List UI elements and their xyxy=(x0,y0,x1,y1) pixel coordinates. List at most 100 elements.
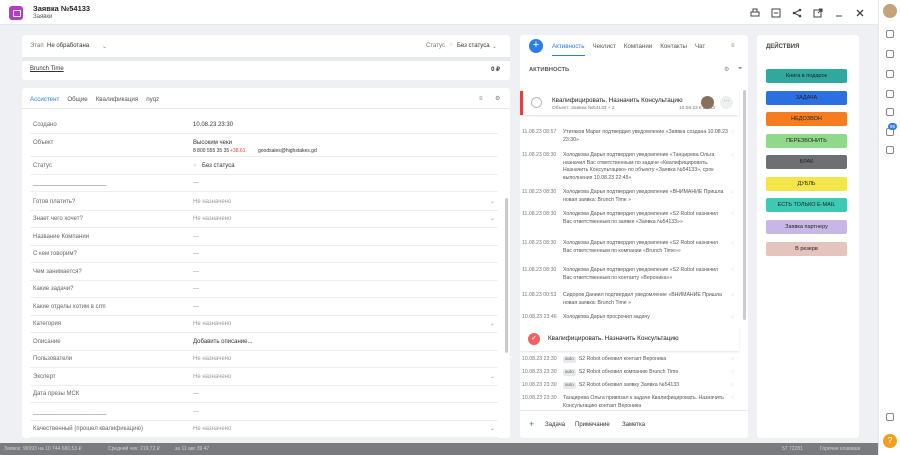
settings-icon[interactable] xyxy=(886,30,894,38)
stage-select[interactable]: Не обработана xyxy=(47,43,89,49)
phone-extra: +38.61 xyxy=(230,148,246,154)
comment-icon[interactable]: ◌ xyxy=(731,356,734,364)
field-value[interactable]: Не назначено xyxy=(193,374,231,380)
field-row[interactable]: Готов платить? Не назначено ⌄ xyxy=(30,194,498,211)
export-icon[interactable] xyxy=(770,7,782,19)
complete-task-checkbox[interactable] xyxy=(531,97,542,108)
field-value[interactable]: — xyxy=(193,409,199,415)
list-icon[interactable] xyxy=(886,90,894,98)
menu-icon[interactable]: ≡ xyxy=(731,43,735,49)
hotkeys-link[interactable]: Горячие клавиши xyxy=(820,446,860,452)
field-value[interactable]: Высоким чеки xyxy=(193,140,232,146)
event-text: Утигаков Марат подтвердил уведомление «З… xyxy=(563,129,728,143)
add-task-button[interactable]: Задача xyxy=(545,422,565,428)
action-button-6[interactable]: ЕСТЬ ТОЛЬКО E-MAIL xyxy=(766,198,847,212)
field-value[interactable]: — xyxy=(193,391,199,397)
feed-tab-0[interactable]: Активность xyxy=(552,43,585,56)
field-label: Какие задачи? xyxy=(33,286,74,292)
gear-icon[interactable]: ⚙ xyxy=(724,66,729,73)
action-button-4[interactable]: БРАК xyxy=(766,155,847,169)
field-label: Какие отделы хотим в crm xyxy=(33,304,106,310)
action-button-7[interactable]: Заявка партнеру xyxy=(766,220,847,234)
field-row[interactable]: Знает чего хочет? Не назначено ⌄ xyxy=(30,211,498,228)
field-value[interactable]: Не назначено xyxy=(193,426,231,432)
field-row[interactable]: Эксперт Не назначено ⌄ xyxy=(30,369,498,386)
action-button-3[interactable]: ПЕРЕЗВОНИТЬ xyxy=(766,134,847,148)
scrollbar[interactable] xyxy=(505,198,508,353)
field-label: Чем занимается? xyxy=(33,269,82,275)
add-memo-button[interactable]: Заметка xyxy=(622,422,645,428)
action-button-2[interactable]: НЕДОЗВОН xyxy=(766,112,847,126)
field-row[interactable]: Категория Не назначено ⌄ xyxy=(30,316,498,333)
comment-icon[interactable]: ◌ xyxy=(731,189,734,197)
comment-icon[interactable]: ◌ xyxy=(731,292,734,300)
comment-icon[interactable]: ◌ xyxy=(731,240,734,248)
action-button-1[interactable]: ЗАДАЧА xyxy=(766,91,847,105)
calendar-icon[interactable] xyxy=(886,70,894,78)
scrollbar[interactable] xyxy=(743,90,746,320)
field-label: С кем говорим? xyxy=(33,251,77,257)
comment-icon[interactable]: ◌ xyxy=(731,314,734,322)
more-icon[interactable]: ··· xyxy=(720,96,733,109)
pending-task-card[interactable]: Квалифицировать. Назначить Консультацию … xyxy=(520,91,739,115)
field-value[interactable]: — xyxy=(193,180,199,186)
field-value[interactable]: — xyxy=(193,234,199,240)
plus-icon[interactable]: + xyxy=(529,419,534,429)
print-icon[interactable] xyxy=(749,7,761,19)
share-icon[interactable] xyxy=(791,7,803,19)
field-value[interactable]: Не назначено xyxy=(193,321,231,327)
field-row: Описание Добавить описание... xyxy=(30,334,498,351)
pipeline-link[interactable]: Brunch Time xyxy=(30,66,64,72)
event-text: Холодкова Дарья подтвердил уведомление «… xyxy=(563,189,724,203)
comment-icon[interactable]: ◌ xyxy=(731,129,734,137)
field-value[interactable]: 10.08.23 23:30 xyxy=(193,122,233,128)
feed-tab-3[interactable]: Контакты xyxy=(660,43,687,56)
close-icon[interactable] xyxy=(854,7,866,19)
event-text: auto S2 Robot обновил контакт Вероника xyxy=(563,356,728,364)
add-note-button[interactable]: Примечание xyxy=(575,422,610,428)
email-address[interactable]: goodsales@highstakes.gd xyxy=(258,148,317,154)
phone-icon[interactable] xyxy=(886,146,894,154)
help-icon[interactable]: ? xyxy=(883,434,897,448)
field-value[interactable]: Не назначено xyxy=(193,199,231,205)
feed-tab-4[interactable]: Чат xyxy=(695,43,705,56)
completed-task-card[interactable]: ✓ Квалифицировать. Назначить Консультаци… xyxy=(520,327,739,351)
add-activity-button[interactable]: + xyxy=(529,39,543,53)
feed-tab-1[interactable]: Чеклист xyxy=(593,43,616,56)
comment-icon[interactable]: ◌ xyxy=(731,152,734,160)
field-value[interactable]: Не назначено xyxy=(193,356,231,362)
field-value[interactable]: Не назначено xyxy=(193,216,231,222)
action-button-5[interactable]: ДУБЛЬ xyxy=(766,177,847,191)
field-row[interactable]: Качественный (прошел квалификацию) Не наз… xyxy=(30,421,498,438)
feed-tab-2[interactable]: Компании xyxy=(624,43,652,56)
comment-icon[interactable]: ◌ xyxy=(731,395,734,403)
gear-icon[interactable]: ⚙ xyxy=(495,95,500,102)
filter-icon[interactable]: ⏷ xyxy=(738,66,743,73)
field-label: Создано xyxy=(33,122,57,128)
field-value[interactable]: Без статуса xyxy=(202,163,235,169)
field-value[interactable]: — xyxy=(193,286,199,292)
status-select[interactable]: Без статуса xyxy=(457,43,490,49)
action-button-0[interactable]: Книга в подарок xyxy=(766,69,847,83)
comment-icon[interactable]: ◌ xyxy=(731,211,734,219)
field-row: ______________________ — xyxy=(30,175,498,192)
stage-progress-bar[interactable] xyxy=(22,57,510,61)
apps-icon[interactable] xyxy=(886,413,894,421)
field-value[interactable]: Добавить описание... xyxy=(193,339,252,345)
open-external-icon[interactable] xyxy=(812,7,824,19)
event-text: auto S2 Robot обновил компанию Brunch Tim… xyxy=(563,369,728,377)
field-value[interactable]: — xyxy=(193,269,199,275)
collapse-icon[interactable] xyxy=(833,7,845,19)
user-avatar[interactable] xyxy=(883,4,897,18)
comment-icon[interactable]: ◌ xyxy=(731,382,734,390)
field-value[interactable]: — xyxy=(193,251,199,257)
action-button-8[interactable]: В резерв xyxy=(766,242,847,256)
chat-icon[interactable] xyxy=(886,50,894,58)
field-label: Эксперт xyxy=(33,374,56,380)
menu-icon[interactable]: ≡ xyxy=(479,96,483,102)
field-value[interactable]: — xyxy=(193,304,199,310)
comment-icon[interactable]: ◌ xyxy=(731,369,734,377)
comment-icon[interactable]: ◌ xyxy=(731,267,734,275)
bell-icon[interactable] xyxy=(886,108,894,116)
auto-tag: auto xyxy=(563,382,576,389)
